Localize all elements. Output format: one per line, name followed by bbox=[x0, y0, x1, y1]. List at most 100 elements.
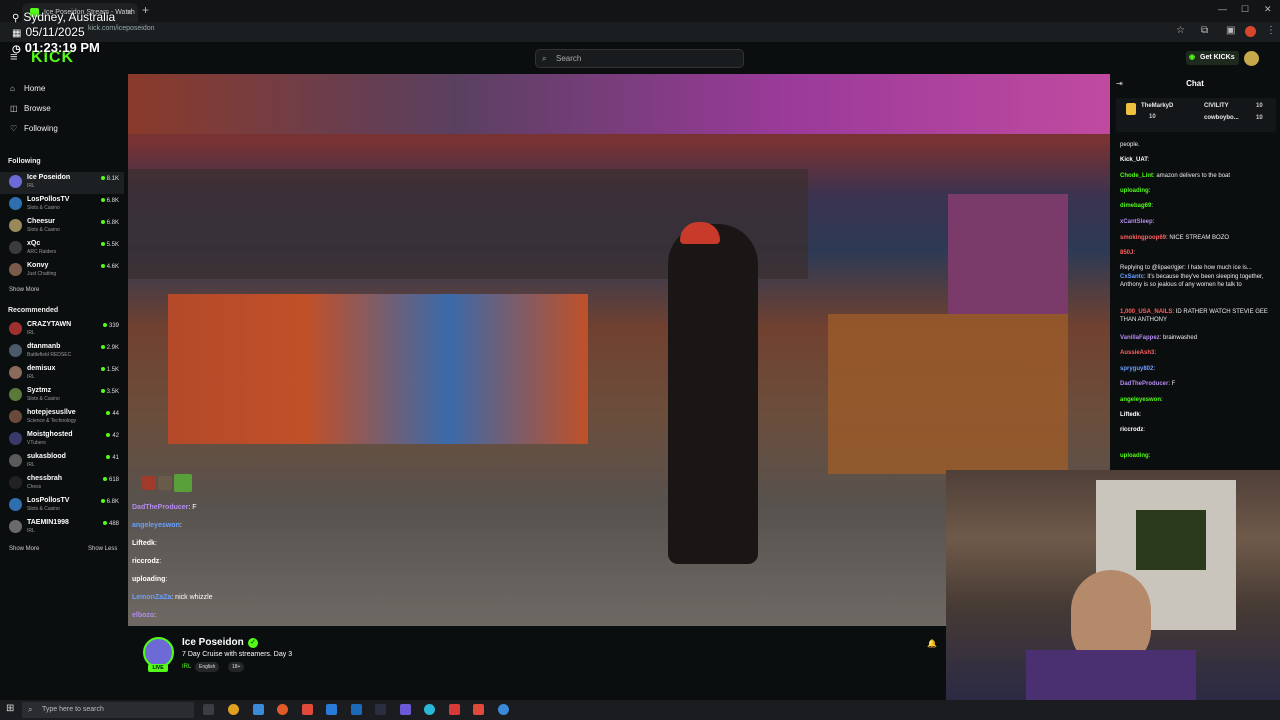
nav-home[interactable]: ⌂ Home bbox=[10, 84, 45, 93]
close-window-icon[interactable]: ✕ bbox=[1264, 4, 1272, 15]
chat-username[interactable]: AussieAsh3 bbox=[1120, 350, 1154, 356]
sidebar-channel[interactable]: Cheesur Slots & Casino 6.8K bbox=[0, 216, 124, 238]
live-dot-icon bbox=[102, 477, 107, 481]
search-placeholder: Search bbox=[556, 54, 582, 63]
chat-username[interactable]: Liftedk bbox=[1120, 412, 1140, 418]
firefox-icon[interactable] bbox=[277, 704, 288, 715]
screenshot-icon[interactable]: ▣ bbox=[1226, 25, 1235, 36]
sidebar-channel[interactable]: xQc ARC Raiders 5.5K bbox=[0, 238, 124, 260]
chat-username[interactable]: CxSantc bbox=[1120, 274, 1144, 280]
notification-bell-icon[interactable]: 🔔 bbox=[927, 639, 939, 651]
sidebar-channel[interactable]: demisux IRL 1.5K bbox=[0, 363, 124, 385]
search-input[interactable]: ⌕ Search bbox=[535, 49, 744, 68]
tag-language[interactable]: English bbox=[195, 662, 220, 672]
video-chat-user[interactable]: uploading bbox=[132, 576, 165, 583]
channel-category: Chess bbox=[27, 484, 42, 490]
orange-chairs bbox=[828, 314, 1068, 474]
chat-username[interactable]: riccrodz bbox=[1120, 427, 1143, 433]
app-icon[interactable] bbox=[498, 704, 509, 715]
chat-username[interactable]: xCantSleep bbox=[1120, 219, 1153, 225]
chat-text: : F bbox=[1168, 381, 1176, 387]
edge-icon[interactable] bbox=[424, 704, 435, 715]
extensions-icon[interactable]: ⧉ bbox=[1201, 25, 1208, 36]
pinned-user-3[interactable]: cowboybo... bbox=[1204, 115, 1239, 121]
live-badge: LIVE bbox=[148, 664, 168, 672]
channel-avatar bbox=[9, 520, 22, 533]
sidebar-channel[interactable]: CRAZYTAWN IRL 339 bbox=[0, 319, 124, 341]
sidebar-channel[interactable]: sukasblood IRL 41 bbox=[0, 451, 124, 473]
pinned-user-2[interactable]: CIVILITY bbox=[1204, 103, 1229, 109]
windows-start-icon[interactable]: ⊞ bbox=[6, 703, 14, 714]
channel-avatar bbox=[9, 197, 22, 210]
new-tab-button[interactable]: + bbox=[142, 3, 149, 17]
chat-username[interactable]: spryguy802 bbox=[1120, 366, 1153, 372]
chat-username[interactable]: smokingpoop69 bbox=[1120, 235, 1166, 241]
sidebar-channel[interactable]: chessbrah Chess 618 bbox=[0, 473, 124, 495]
sidebar-channel[interactable]: dtanmanb Battlefield REDSEC 2.9K bbox=[0, 341, 124, 363]
chrome-icon[interactable] bbox=[228, 704, 239, 715]
url-text[interactable]: kick.com/iceposeidon bbox=[88, 25, 155, 32]
app-icon[interactable] bbox=[326, 704, 337, 715]
chat-username[interactable]: 1,000_USA_NAILS bbox=[1120, 309, 1172, 315]
chat-username[interactable]: uploading bbox=[1120, 188, 1149, 194]
sidebar-channel[interactable]: Moistghosted VTubers 42 bbox=[0, 429, 124, 451]
nav-browse[interactable]: ◫ Browse bbox=[10, 104, 51, 113]
chat-message: uploading: bbox=[1120, 452, 1276, 460]
show-more-following[interactable]: Show More bbox=[9, 287, 39, 293]
emote-icon bbox=[158, 476, 172, 490]
overlay-time: ◷ 01:23:19 PM bbox=[12, 40, 100, 55]
streamer-name[interactable]: Ice Poseidon bbox=[182, 637, 244, 648]
taskbar-search[interactable]: ⌕ Type here to search bbox=[22, 702, 194, 718]
live-dot-icon bbox=[100, 389, 105, 393]
sidebar-channel[interactable]: Syztmz Slots & Casino 3.5K bbox=[0, 385, 124, 407]
video-chat-user[interactable]: riccrodz bbox=[132, 558, 159, 565]
sidebar-channel[interactable]: TAEMIN1998 IRL 488 bbox=[0, 517, 124, 539]
sidebar-channel[interactable]: LosPollosTV Slots & Casino 6.8K bbox=[0, 194, 124, 216]
close-tab-icon[interactable]: ✕ bbox=[126, 3, 133, 22]
video-chat-user[interactable]: angeleyeswon bbox=[132, 522, 180, 529]
tag-age[interactable]: 18+ bbox=[228, 662, 245, 672]
video-chat-user[interactable]: LemonZaZa bbox=[132, 594, 171, 601]
app-icon[interactable] bbox=[253, 704, 264, 715]
video-chat-user[interactable]: elbozo bbox=[132, 612, 154, 619]
steam-icon[interactable] bbox=[375, 704, 386, 715]
chat-username[interactable]: Chode_Lint bbox=[1120, 173, 1153, 179]
maximize-icon[interactable]: ☐ bbox=[1241, 4, 1249, 15]
app-icon[interactable] bbox=[302, 704, 313, 715]
chat-message: Chode_Lint: amazon delivers to the boat bbox=[1120, 172, 1276, 180]
browser-menu-icon[interactable]: ⋮ bbox=[1266, 25, 1276, 36]
extension-badge-icon[interactable] bbox=[1245, 26, 1256, 37]
sidebar-channel[interactable]: LosPollosTV Slots & Casino 6.8K bbox=[0, 495, 124, 517]
chat-username[interactable]: DadTheProducer bbox=[1120, 381, 1168, 387]
brave-icon[interactable] bbox=[473, 704, 484, 715]
app-icon[interactable] bbox=[351, 704, 362, 715]
overlay-time-text: 01:23:19 PM bbox=[24, 40, 100, 55]
discord-icon[interactable] bbox=[400, 704, 411, 715]
get-kicks-button[interactable]: ◉ Get KICKs bbox=[1186, 51, 1239, 65]
profile-avatar[interactable] bbox=[1244, 51, 1259, 66]
minimize-icon[interactable]: — bbox=[1218, 4, 1227, 14]
pinned-user-1[interactable]: TheMarkyD bbox=[1141, 103, 1173, 109]
bookmark-star-icon[interactable]: ☆ bbox=[1176, 25, 1185, 36]
show-less-recommended[interactable]: Show Less bbox=[88, 546, 117, 552]
task-view-icon[interactable] bbox=[203, 704, 214, 715]
video-chat-user[interactable]: DadTheProducer bbox=[132, 504, 188, 511]
sidebar-channel[interactable]: Konvy Just Chatting 4.6K bbox=[0, 260, 124, 282]
stream-category[interactable]: IRL bbox=[182, 664, 191, 670]
live-dot-icon bbox=[100, 499, 105, 503]
chat-username[interactable]: angeleyeswon bbox=[1120, 397, 1161, 403]
nav-following[interactable]: ♡ Following bbox=[10, 124, 58, 133]
chat-username[interactable]: dimebag69 bbox=[1120, 203, 1151, 209]
show-more-recommended[interactable]: Show More bbox=[9, 546, 39, 552]
video-chat-user[interactable]: Liftedk bbox=[132, 540, 155, 547]
chat-username[interactable]: Kick_UAT bbox=[1120, 157, 1148, 163]
chat-message: spryguy802: bbox=[1120, 365, 1276, 373]
sidebar-channel[interactable]: hotepjesusllve Science & Technology 44 bbox=[0, 407, 124, 429]
app-icon[interactable] bbox=[449, 704, 460, 715]
chat-username[interactable]: uploading bbox=[1120, 453, 1149, 459]
taskbar-search-placeholder: Type here to search bbox=[42, 706, 104, 713]
chat-username[interactable]: 850J bbox=[1120, 250, 1133, 256]
chat-username[interactable]: VanillaFappez bbox=[1120, 335, 1160, 341]
home-icon: ⌂ bbox=[10, 84, 15, 93]
sidebar-channel[interactable]: Ice Poseidon IRL 8.1K bbox=[0, 172, 124, 194]
